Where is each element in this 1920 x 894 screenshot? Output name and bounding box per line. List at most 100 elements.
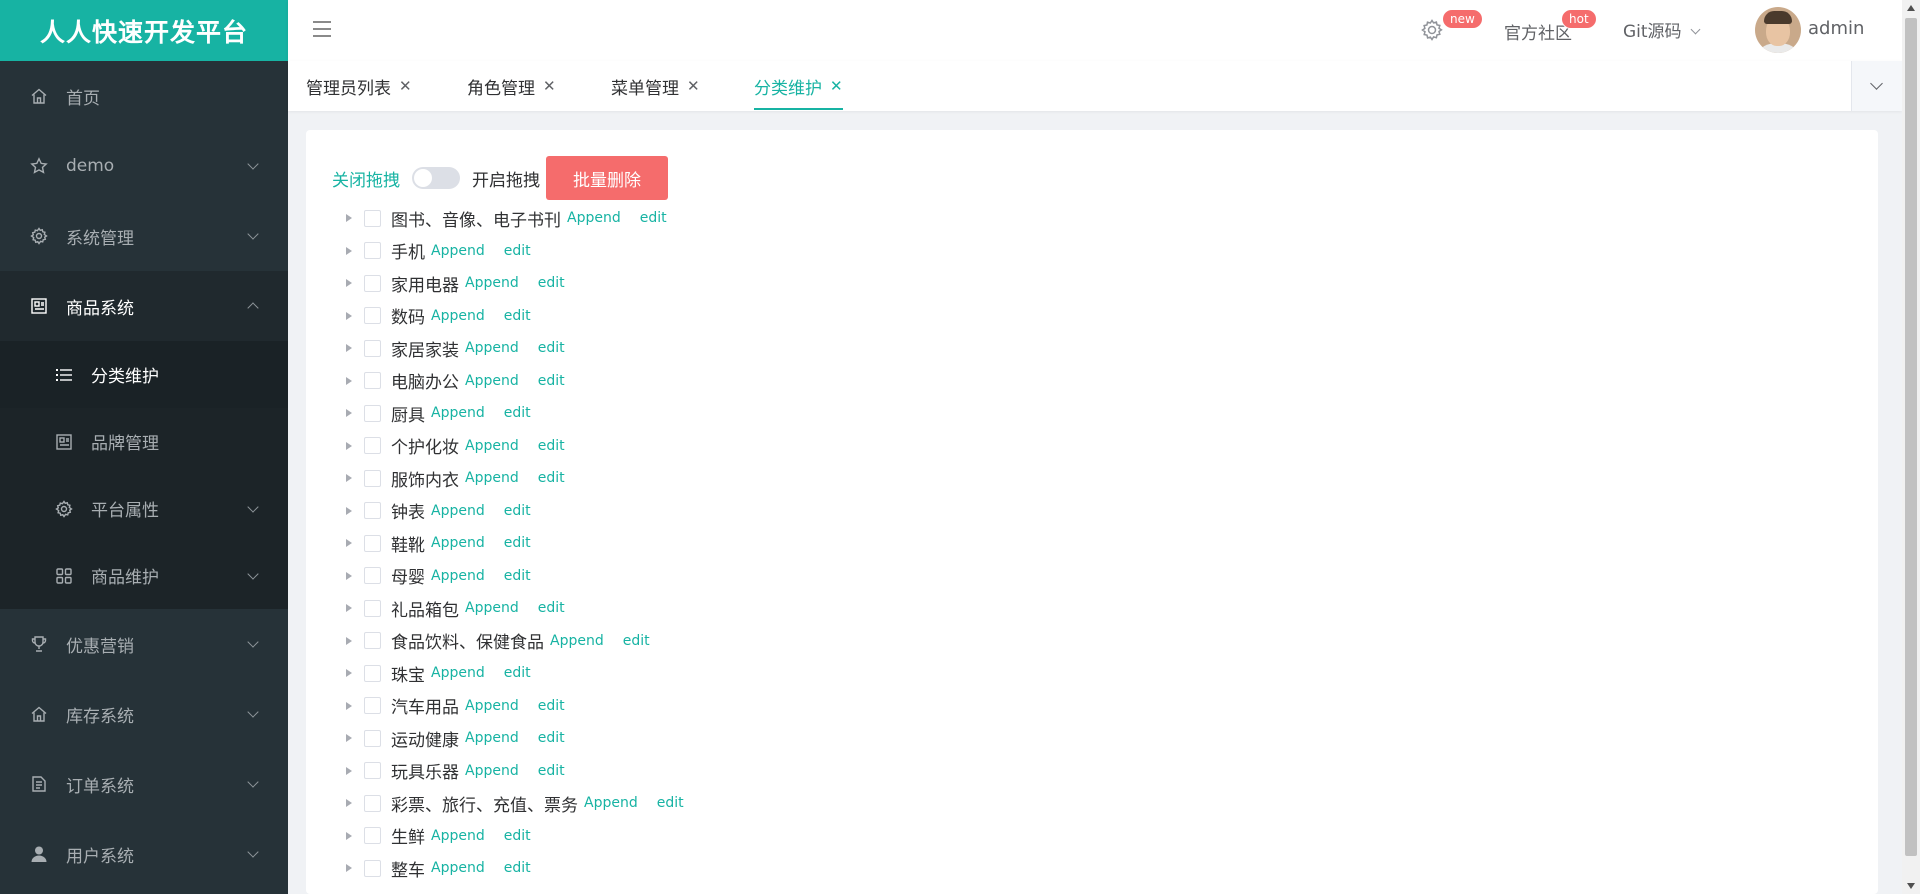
sidebar-item-users[interactable]: 用户系统 <box>0 819 288 889</box>
edit-link[interactable]: edit <box>504 535 531 551</box>
append-link[interactable]: Append <box>431 568 485 584</box>
edit-link[interactable]: edit <box>538 373 565 389</box>
expand-arrow-icon[interactable] <box>346 864 352 873</box>
node-checkbox[interactable] <box>364 827 381 845</box>
tree-node[interactable]: 电脑办公 Append edit <box>344 365 684 398</box>
edit-link[interactable]: edit <box>538 763 565 779</box>
edit-link[interactable]: edit <box>657 795 684 811</box>
close-icon[interactable]: ✕ <box>543 77 556 95</box>
edit-link[interactable]: edit <box>504 828 531 844</box>
node-checkbox[interactable] <box>364 469 381 487</box>
node-checkbox[interactable] <box>364 242 381 260</box>
append-link[interactable]: Append <box>465 373 519 389</box>
tree-node[interactable]: 汽车用品 Append edit <box>344 690 684 723</box>
sidebar-item-attributes[interactable]: 平台属性 <box>0 475 288 542</box>
expand-arrow-icon[interactable] <box>346 831 352 840</box>
tree-node[interactable]: 数码 Append edit <box>344 300 684 333</box>
expand-arrow-icon[interactable] <box>346 376 352 385</box>
node-checkbox[interactable] <box>364 567 381 585</box>
tree-node[interactable]: 整车 Append edit <box>344 852 684 885</box>
expand-arrow-icon[interactable] <box>346 669 352 678</box>
tree-node[interactable]: 食品饮料、保健食品 Append edit <box>344 625 684 658</box>
sidebar-item-coupon[interactable]: 优惠营销 <box>0 609 288 679</box>
tree-node[interactable]: 鞋靴 Append edit <box>344 527 684 560</box>
expand-arrow-icon[interactable] <box>346 214 352 223</box>
tab-category-maintenance[interactable]: 分类维护 ✕ <box>754 61 843 111</box>
edit-link[interactable]: edit <box>538 438 565 454</box>
tree-node[interactable]: 厨具 Append edit <box>344 397 684 430</box>
tree-node[interactable]: 家用电器 Append edit <box>344 267 684 300</box>
tree-node[interactable]: 钟表 Append edit <box>344 495 684 528</box>
tree-node[interactable]: 个护化妆 Append edit <box>344 430 684 463</box>
expand-arrow-icon[interactable] <box>346 279 352 288</box>
tree-node[interactable]: 母婴 Append edit <box>344 560 684 593</box>
tree-node[interactable]: 手机 Append edit <box>344 235 684 268</box>
append-link[interactable]: Append <box>465 438 519 454</box>
expand-arrow-icon[interactable] <box>346 441 352 450</box>
expand-arrow-icon[interactable] <box>346 539 352 548</box>
sidebar-item-demo[interactable]: demo <box>0 131 288 201</box>
sidebar-item-home[interactable]: 首页 <box>0 61 288 131</box>
edit-link[interactable]: edit <box>504 503 531 519</box>
edit-link[interactable]: edit <box>640 210 667 226</box>
node-checkbox[interactable] <box>364 762 381 780</box>
append-link[interactable]: Append <box>431 405 485 421</box>
batch-delete-button[interactable]: 批量删除 <box>546 156 668 200</box>
sidebar-item-orders[interactable]: 订单系统 <box>0 749 288 819</box>
drag-off-label[interactable]: 关闭拖拽 <box>332 166 400 191</box>
expand-arrow-icon[interactable] <box>346 604 352 613</box>
close-icon[interactable]: ✕ <box>687 77 700 95</box>
node-checkbox[interactable] <box>364 372 381 390</box>
tree-node[interactable]: 服饰内衣 Append edit <box>344 462 684 495</box>
tree-node[interactable]: 礼品箱包 Append edit <box>344 592 684 625</box>
tab-menu-management[interactable]: 菜单管理 ✕ <box>611 61 700 111</box>
node-checkbox[interactable] <box>364 437 381 455</box>
node-checkbox[interactable] <box>364 534 381 552</box>
node-checkbox[interactable] <box>364 632 381 650</box>
edit-link[interactable]: edit <box>504 308 531 324</box>
tab-role-management[interactable]: 角色管理 ✕ <box>467 61 556 111</box>
tabs-dropdown-button[interactable] <box>1851 61 1902 111</box>
edit-link[interactable]: edit <box>538 470 565 486</box>
expand-arrow-icon[interactable] <box>346 734 352 743</box>
edit-link[interactable]: edit <box>538 730 565 746</box>
edit-link[interactable]: edit <box>504 405 531 421</box>
append-link[interactable]: Append <box>431 503 485 519</box>
edit-link[interactable]: edit <box>504 665 531 681</box>
tree-node[interactable]: 运动健康 Append edit <box>344 722 684 755</box>
edit-link[interactable]: edit <box>504 568 531 584</box>
node-checkbox[interactable] <box>364 664 381 682</box>
tree-node[interactable]: 家居家装 Append edit <box>344 332 684 365</box>
menu-toggle-icon[interactable] <box>313 21 333 39</box>
user-avatar[interactable] <box>1755 7 1801 53</box>
close-icon[interactable]: ✕ <box>830 77 843 95</box>
append-link[interactable]: Append <box>465 600 519 616</box>
tree-node[interactable]: 珠宝 Append edit <box>344 657 684 690</box>
append-link[interactable]: Append <box>567 210 621 226</box>
edit-link[interactable]: edit <box>538 600 565 616</box>
node-checkbox[interactable] <box>364 274 381 292</box>
edit-link[interactable]: edit <box>538 698 565 714</box>
append-link[interactable]: Append <box>465 340 519 356</box>
drag-on-label[interactable]: 开启拖拽 <box>472 166 540 191</box>
sidebar-item-inventory[interactable]: 库存系统 <box>0 679 288 749</box>
sidebar-item-brand[interactable]: 品牌管理 <box>0 408 288 475</box>
sidebar-item-category[interactable]: 分类维护 <box>0 341 288 408</box>
node-checkbox[interactable] <box>364 697 381 715</box>
append-link[interactable]: Append <box>465 275 519 291</box>
edit-link[interactable]: edit <box>504 243 531 259</box>
tree-node[interactable]: 彩票、旅行、充值、票务 Append edit <box>344 787 684 820</box>
expand-arrow-icon[interactable] <box>346 571 352 580</box>
node-checkbox[interactable] <box>364 209 381 227</box>
append-link[interactable]: Append <box>465 730 519 746</box>
scroll-down-arrow-icon[interactable] <box>1907 883 1915 889</box>
append-link[interactable]: Append <box>431 665 485 681</box>
tree-node[interactable]: 玩具乐器 Append edit <box>344 755 684 788</box>
scroll-up-arrow-icon[interactable] <box>1907 5 1915 11</box>
node-checkbox[interactable] <box>364 307 381 325</box>
tree-node[interactable]: 生鲜 Append edit <box>344 820 684 853</box>
append-link[interactable]: Append <box>431 243 485 259</box>
expand-arrow-icon[interactable] <box>346 636 352 645</box>
expand-arrow-icon[interactable] <box>346 311 352 320</box>
tree-node[interactable]: 图书、音像、电子书刊 Append edit <box>344 202 684 235</box>
